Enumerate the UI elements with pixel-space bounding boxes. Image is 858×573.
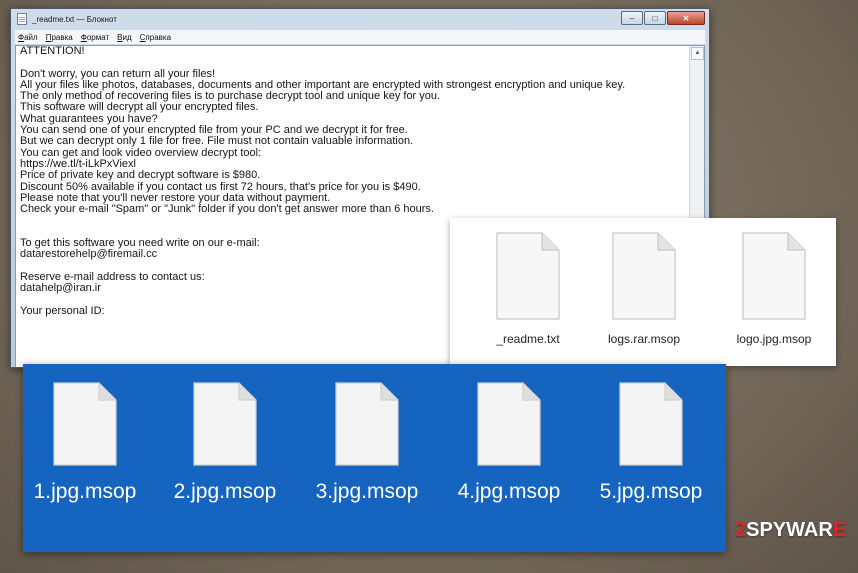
file-4-jpg-msop[interactable]: 4.jpg.msop: [449, 382, 569, 504]
notepad-app-icon: [17, 13, 27, 25]
document-icon: [619, 382, 683, 466]
file-name: 3.jpg.msop: [315, 480, 419, 503]
menu-help[interactable]: Справка: [140, 33, 171, 42]
window-controls: – □ ✕: [620, 11, 705, 25]
file-2-jpg-msop[interactable]: 2.jpg.msop: [165, 382, 285, 504]
file-1-jpg-msop[interactable]: 1.jpg.msop: [25, 382, 145, 504]
document-icon: [193, 382, 257, 466]
file-name: 2.jpg.msop: [173, 480, 277, 503]
minimize-icon: –: [629, 13, 635, 23]
site-watermark-logo: 2SPYWARE: [735, 519, 847, 541]
document-icon: [496, 232, 560, 320]
menu-file[interactable]: Файл: [18, 33, 38, 42]
maximize-icon: □: [652, 13, 658, 23]
document-icon: [742, 232, 806, 320]
file-name: 4.jpg.msop: [457, 480, 561, 503]
menu-edit[interactable]: Правка: [46, 33, 73, 42]
menu-format[interactable]: Формат: [81, 33, 109, 42]
maximize-button[interactable]: □: [644, 11, 666, 25]
close-button[interactable]: ✕: [667, 11, 705, 25]
document-icon: [612, 232, 676, 320]
file-name: 5.jpg.msop: [599, 480, 703, 503]
notepad-titlebar[interactable]: _readme.txt — Блокнот – □ ✕: [11, 9, 709, 29]
file-name: _readme.txt: [496, 332, 560, 346]
document-icon: [477, 382, 541, 466]
file-logo-jpg-msop[interactable]: logo.jpg.msop: [724, 232, 824, 346]
minimize-button[interactable]: –: [621, 11, 643, 25]
file-5-jpg-msop[interactable]: 5.jpg.msop: [591, 382, 711, 504]
menu-bar: Файл Правка Формат Вид Справка: [15, 30, 705, 44]
file-name: logo.jpg.msop: [736, 332, 812, 346]
menu-view[interactable]: Вид: [117, 33, 131, 42]
file-name: logs.rar.msop: [607, 332, 681, 346]
encrypted-images-panel: 1.jpg.msop 2.jpg.msop 3.jpg.msop 4.jpg.m…: [23, 364, 726, 552]
document-icon: [335, 382, 399, 466]
file-name: 1.jpg.msop: [33, 480, 137, 503]
file-readme-txt[interactable]: _readme.txt: [478, 232, 578, 346]
file-3-jpg-msop[interactable]: 3.jpg.msop: [307, 382, 427, 504]
scroll-up-arrow-icon[interactable]: ▲: [691, 47, 704, 60]
encrypted-files-panel: _readme.txt logs.rar.msop logo.jpg.msop: [450, 218, 836, 366]
close-icon: ✕: [682, 13, 690, 23]
document-icon: [53, 382, 117, 466]
file-logs-rar-msop[interactable]: logs.rar.msop: [594, 232, 694, 346]
window-title: _readme.txt — Блокнот: [32, 14, 117, 24]
